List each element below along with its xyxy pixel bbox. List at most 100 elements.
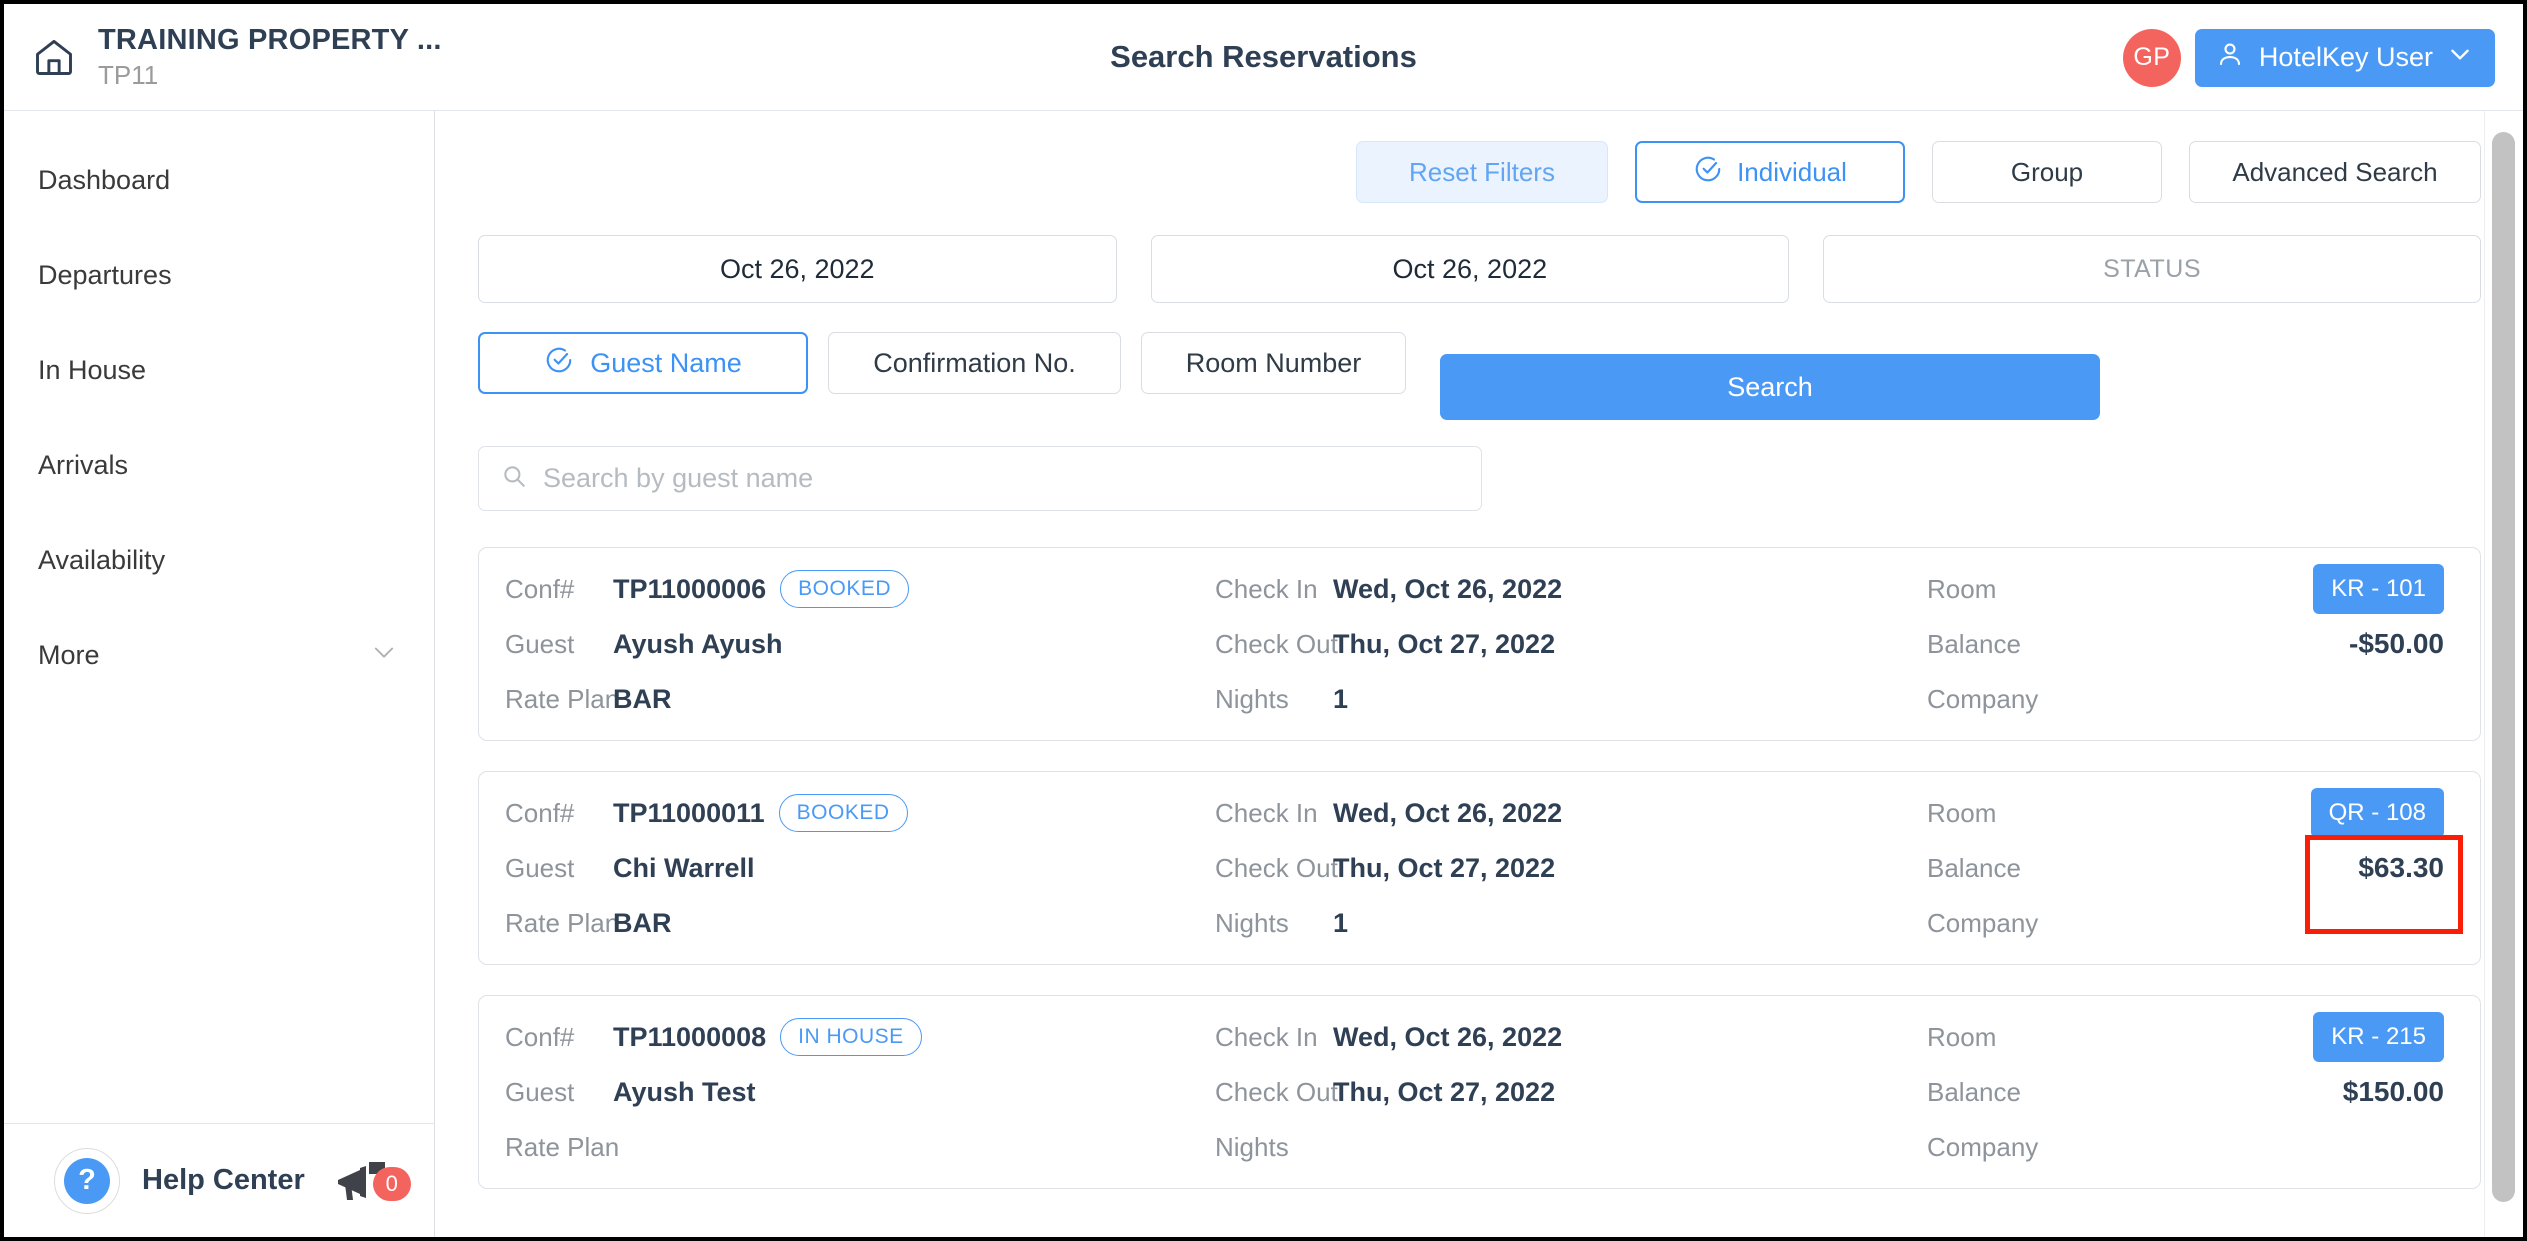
rate-plan-row: Rate Plan BAR: [505, 672, 1215, 727]
sidebar-item-dashboard[interactable]: Dashboard: [4, 133, 434, 228]
guest-value: Chi Warrell: [613, 853, 755, 884]
search-type-tabs: Guest Name Confirmation No. Room Number: [478, 332, 1406, 394]
room-button[interactable]: QR - 108: [2311, 788, 2444, 838]
nights-label: Nights: [1215, 684, 1333, 715]
search-input-row: [436, 420, 2523, 511]
guest-label: Guest: [505, 853, 613, 884]
search-type-row: Guest Name Confirmation No. Room Number …: [436, 303, 2523, 420]
status-field[interactable]: STATUS: [1823, 235, 2481, 303]
rate-plan-label: Rate Plan: [505, 908, 613, 939]
rate-plan-row: Rate Plan: [505, 1120, 1215, 1175]
vertical-scrollbar[interactable]: [2484, 111, 2520, 1237]
nights-label: Nights: [1215, 1132, 1333, 1163]
check-in-row: Check In Wed, Oct 26, 2022: [1215, 1010, 1927, 1065]
rate-plan-row: Rate Plan BAR: [505, 896, 1215, 951]
conf-label: Conf#: [505, 1022, 613, 1053]
announcements-button[interactable]: 0: [333, 1156, 407, 1206]
search-input-wrapper[interactable]: [478, 446, 1482, 511]
rate-plan-label: Rate Plan: [505, 684, 613, 715]
date-status-row: Oct 26, 2022 Oct 26, 2022 STATUS: [436, 203, 2523, 303]
company-row: Company: [1927, 1120, 2444, 1175]
check-out-label: Check Out: [1215, 853, 1333, 884]
scrollbar-thumb[interactable]: [2492, 132, 2515, 1202]
advanced-search-button[interactable]: Advanced Search: [2189, 141, 2481, 203]
search-button[interactable]: Search: [1440, 354, 2100, 420]
check-in-value: Wed, Oct 26, 2022: [1333, 798, 1562, 829]
tab-room-number[interactable]: Room Number: [1141, 332, 1406, 394]
reservation-list: Conf# TP11000006 BOOKED Guest Ayush Ayus…: [436, 511, 2523, 1189]
sidebar-item-label: In House: [38, 355, 146, 386]
reservation-card[interactable]: Conf# TP11000006 BOOKED Guest Ayush Ayus…: [478, 547, 2481, 741]
balance-label: Balance: [1927, 1077, 2021, 1108]
sidebar-item-in-house[interactable]: In House: [4, 323, 434, 418]
sidebar-item-more[interactable]: More: [4, 608, 434, 703]
sidebar-item-departures[interactable]: Departures: [4, 228, 434, 323]
check-out-row: Check Out Thu, Oct 27, 2022: [1215, 617, 1927, 672]
balance-row: Balance $150.00: [1927, 1065, 2444, 1120]
guest-value: Ayush Test: [613, 1077, 756, 1108]
guest-row: Guest Ayush Ayush: [505, 617, 1215, 672]
tab-guest-name-label: Guest Name: [590, 348, 742, 379]
sidebar-item-arrivals[interactable]: Arrivals: [4, 418, 434, 513]
room-button[interactable]: KR - 101: [2313, 564, 2444, 614]
individual-tab-button[interactable]: Individual: [1635, 141, 1905, 203]
group-tab-button[interactable]: Group: [1932, 141, 2162, 203]
check-out-label: Check Out: [1215, 1077, 1333, 1108]
check-in-row: Check In Wed, Oct 26, 2022: [1215, 562, 1927, 617]
reservation-col-primary: Conf# TP11000006 BOOKED Guest Ayush Ayus…: [505, 562, 1215, 727]
conf-value: TP11000011: [613, 798, 765, 829]
guest-label: Guest: [505, 629, 613, 660]
app-header: TRAINING PROPERTY ... TP11 Search Reserv…: [4, 4, 2523, 111]
search-input[interactable]: [543, 463, 1459, 494]
reservation-card[interactable]: Conf# TP11000008 IN HOUSE Guest Ayush Te…: [478, 995, 2481, 1189]
reservation-col-primary: Conf# TP11000011 BOOKED Guest Chi Warrel…: [505, 786, 1215, 951]
tab-guest-name[interactable]: Guest Name: [478, 332, 808, 394]
check-out-row: Check Out Thu, Oct 27, 2022: [1215, 841, 1927, 896]
conf-row: Conf# TP11000011 BOOKED: [505, 786, 1215, 841]
chevron-down-icon: [370, 638, 398, 673]
reservation-col-dates: Check In Wed, Oct 26, 2022 Check Out Thu…: [1215, 1010, 1927, 1175]
room-row: Room KR - 101: [1927, 562, 2444, 617]
avatar[interactable]: GP: [2123, 29, 2181, 87]
sidebar-nav: Dashboard Departures In House Arrivals A…: [4, 111, 434, 703]
conf-row: Conf# TP11000008 IN HOUSE: [505, 1010, 1215, 1065]
help-center-label: Help Center: [142, 1164, 305, 1197]
guest-label: Guest: [505, 1077, 613, 1108]
reservation-card[interactable]: Conf# TP11000011 BOOKED Guest Chi Warrel…: [478, 771, 2481, 965]
user-menu-button[interactable]: HotelKey User: [2195, 29, 2495, 87]
check-in-value: Wed, Oct 26, 2022: [1333, 574, 1562, 605]
help-question-icon: ?: [54, 1148, 120, 1214]
from-date-field[interactable]: Oct 26, 2022: [478, 235, 1117, 303]
reservation-col-primary: Conf# TP11000008 IN HOUSE Guest Ayush Te…: [505, 1010, 1215, 1175]
nights-value: 1: [1333, 908, 1348, 939]
nights-row: Nights 1: [1215, 672, 1927, 727]
sidebar-item-availability[interactable]: Availability: [4, 513, 434, 608]
conf-row: Conf# TP11000006 BOOKED: [505, 562, 1215, 617]
room-button[interactable]: KR - 215: [2313, 1012, 2444, 1062]
room-label: Room: [1927, 798, 1996, 829]
check-in-label: Check In: [1215, 1022, 1333, 1053]
help-center-button[interactable]: ? Help Center 0: [4, 1124, 434, 1237]
guest-row: Guest Chi Warrell: [505, 841, 1215, 896]
reservation-col-room: Room KR - 215 Balance $150.00 Company: [1927, 1010, 2444, 1175]
sidebar-item-label: Availability: [38, 545, 165, 576]
application-window: TRAINING PROPERTY ... TP11 Search Reserv…: [0, 0, 2527, 1241]
reservation-col-room: Room QR - 108 Balance $63.30 Company: [1927, 786, 2444, 951]
balance-value: $63.30: [2358, 852, 2444, 884]
guest-value: Ayush Ayush: [613, 629, 783, 660]
check-in-row: Check In Wed, Oct 26, 2022: [1215, 786, 1927, 841]
reset-filters-button[interactable]: Reset Filters: [1356, 141, 1608, 203]
user-name-label: HotelKey User: [2259, 42, 2433, 73]
check-out-value: Thu, Oct 27, 2022: [1333, 629, 1555, 660]
room-row: Room QR - 108: [1927, 786, 2444, 841]
check-circle-icon: [544, 345, 574, 382]
tab-confirmation-no[interactable]: Confirmation No.: [828, 332, 1121, 394]
reservation-col-room: Room KR - 101 Balance -$50.00 Company: [1927, 562, 2444, 727]
help-question-glyph: ?: [64, 1158, 110, 1204]
main-content: Reset Filters Individual Group Advanced …: [436, 111, 2523, 1237]
company-label: Company: [1927, 684, 2038, 715]
to-date-field[interactable]: Oct 26, 2022: [1151, 235, 1790, 303]
conf-value: TP11000008: [613, 1022, 766, 1053]
reservation-col-dates: Check In Wed, Oct 26, 2022 Check Out Thu…: [1215, 786, 1927, 951]
nights-label: Nights: [1215, 908, 1333, 939]
